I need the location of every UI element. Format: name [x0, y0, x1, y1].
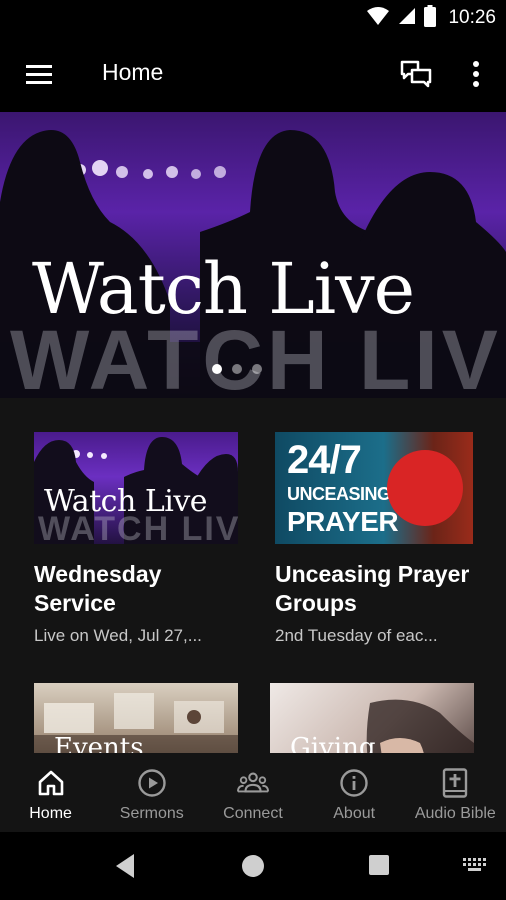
info-icon	[338, 767, 370, 799]
app-bar: Home	[0, 36, 506, 112]
nav-item-sermons[interactable]: Sermons	[101, 753, 202, 832]
card-giving[interactable]: Giving	[270, 683, 474, 753]
carousel-dots	[212, 364, 262, 374]
prayer-thumb-unceasing: UNCEASING	[287, 484, 391, 504]
signal-icon	[398, 7, 416, 30]
system-nav-bar	[0, 832, 506, 900]
hero-title: Watch Live	[32, 248, 415, 330]
card-thumbnail: 24/7 UNCEASING PRAYER	[275, 432, 473, 544]
menu-icon[interactable]	[22, 60, 56, 88]
people-icon	[236, 767, 269, 799]
more-vert-icon[interactable]	[464, 58, 488, 90]
nav-label: Audio Bible	[414, 805, 496, 822]
nav-label: Connect	[223, 805, 283, 822]
carousel-dot-active[interactable]	[212, 364, 222, 374]
wifi-icon	[366, 6, 390, 31]
card-subtitle: 2nd Tuesday of eac...	[275, 626, 438, 645]
carousel-dot[interactable]	[232, 364, 242, 374]
card-title: Unceasing Prayer Groups	[275, 561, 470, 616]
battery-icon	[424, 4, 437, 32]
card-thumbnail: WATCH LIVE Watch Live	[34, 432, 238, 544]
chat-icon[interactable]	[398, 58, 434, 90]
card-thumb-label: Events	[54, 733, 144, 753]
home-icon	[35, 767, 67, 799]
card-thumb-title: Watch Live	[44, 484, 208, 519]
content-grid: WATCH LIVE Watch Live Wednesday Service …	[0, 398, 506, 753]
recents-icon[interactable]	[369, 855, 389, 875]
status-bar: 10:26	[0, 0, 506, 36]
card-unceasing-prayer[interactable]: 24/7 UNCEASING PRAYER Unceasing Prayer G…	[275, 432, 479, 646]
prayer-thumb-247: 24/7	[287, 438, 362, 482]
status-time: 10:26	[448, 7, 496, 28]
nav-label: Home	[29, 805, 72, 822]
hero-banner[interactable]: WATCH LIVE Watch Live	[0, 112, 506, 398]
prayer-thumb-prayer: PRAYER	[287, 506, 399, 537]
card-wednesday-service[interactable]: WATCH LIVE Watch Live Wednesday Service …	[34, 432, 238, 646]
card-events[interactable]: Events	[34, 683, 238, 753]
card-thumbnail: Giving	[270, 683, 474, 753]
nav-item-audio-bible[interactable]: Audio Bible	[405, 753, 506, 832]
bible-icon	[439, 767, 471, 799]
page-title: Home	[102, 59, 164, 85]
status-icons: 10:26	[366, 4, 496, 32]
card-subtitle: Live on Wed, Jul 27,...	[34, 626, 202, 645]
record-dot-icon	[387, 450, 463, 526]
keyboard-icon[interactable]	[462, 857, 488, 878]
card-thumb-label: Giving	[290, 733, 376, 753]
home-circle-icon[interactable]	[242, 855, 264, 877]
nav-label: About	[333, 805, 376, 822]
back-icon[interactable]	[114, 853, 136, 884]
card-thumbnail: Events	[34, 683, 238, 753]
nav-item-about[interactable]: About	[304, 753, 405, 832]
carousel-dot[interactable]	[252, 364, 262, 374]
card-title: Wednesday Service	[34, 561, 162, 616]
play-circle-icon	[136, 767, 168, 799]
nav-item-home[interactable]: Home	[0, 753, 101, 832]
nav-item-connect[interactable]: Connect	[202, 753, 303, 832]
bottom-nav: Home Sermons Connect About Audio Bible	[0, 753, 506, 832]
nav-label: Sermons	[119, 805, 184, 822]
